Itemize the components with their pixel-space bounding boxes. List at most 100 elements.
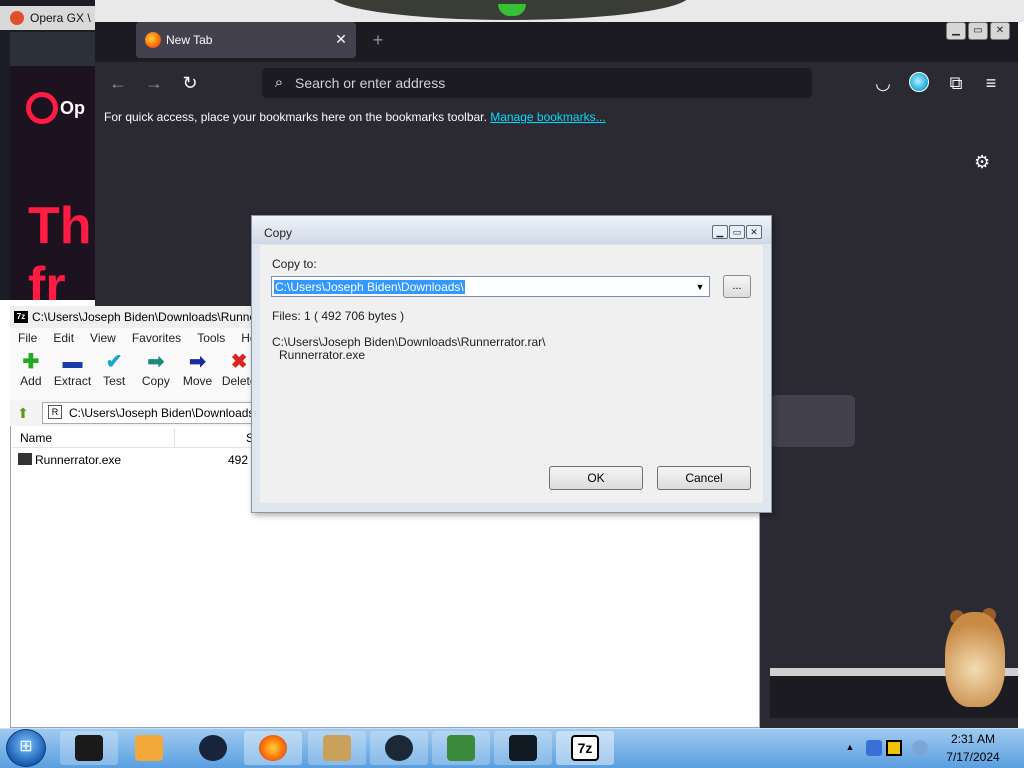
extract-icon: ▬ (62, 351, 83, 373)
add-button[interactable]: ✚ Add (10, 348, 52, 396)
column-header-name[interactable]: Name (20, 428, 52, 448)
extensions-icon[interactable]: ⧉ (945, 72, 967, 94)
delete-icon: ✖ (230, 351, 248, 373)
chevron-down-icon[interactable]: ▼ (694, 280, 706, 294)
clock-time[interactable]: 2:31 AM (937, 732, 1009, 746)
opera-page-content: Op Th fr (10, 66, 95, 300)
back-arrow-icon[interactable]: ← (107, 72, 129, 94)
add-label: Add (20, 374, 42, 388)
archive-icon: R (48, 405, 62, 419)
firefox-icon (259, 735, 287, 761)
cancel-button[interactable]: Cancel (657, 466, 751, 490)
console-icon (75, 735, 103, 761)
exe-file-icon (18, 453, 32, 465)
opera-logo-icon (26, 92, 58, 124)
dialog-close-button[interactable]: ✕ (746, 225, 762, 239)
tab-close-icon[interactable]: ✕ (333, 30, 349, 48)
close-button[interactable]: ✕ (990, 22, 1010, 40)
menu-tools[interactable]: Tools (189, 328, 233, 348)
opera-hero-text: Th fr (28, 197, 92, 300)
taskbar-7zip-button[interactable]: 7z (556, 731, 614, 765)
test-icon: ✔ (105, 351, 123, 373)
network-icon[interactable] (912, 740, 928, 756)
menu-edit[interactable]: Edit (45, 328, 82, 348)
copy-icon: ➡ (147, 351, 165, 373)
move-label: Move (182, 374, 213, 388)
forward-arrow-icon[interactable]: → (143, 72, 165, 94)
windows-logo-icon: ⊞ (19, 738, 33, 755)
shortcut-tile[interactable] (770, 395, 855, 447)
move-button[interactable]: ➡ Move (177, 348, 219, 396)
source-path-text: C:\Users\Joseph Biden\Downloads\Runnerra… (272, 335, 546, 349)
menu-favorites[interactable]: Favorites (124, 328, 189, 348)
reload-icon[interactable]: ↻ (179, 72, 201, 94)
firefox-icon (145, 32, 161, 48)
bookmarks-toolbar: For quick access, place your bookmarks h… (95, 104, 1018, 132)
taskbar-box-game-button[interactable] (308, 731, 366, 765)
menu-file[interactable]: File (10, 328, 45, 348)
tray-app-icon[interactable] (866, 740, 882, 756)
source-file-text: Runnerrator.exe (279, 348, 366, 362)
copy-button[interactable]: ➡ Copy (135, 348, 177, 396)
hamster-desktop-pet[interactable] (945, 612, 1005, 707)
extract-button[interactable]: ▬ Extract (52, 348, 94, 396)
test-label: Test (103, 374, 126, 388)
taskbar-cmd-button[interactable] (60, 731, 118, 765)
pocket-icon[interactable]: ◡ (872, 72, 894, 94)
taskbar-firefox-button[interactable] (244, 731, 302, 765)
firefox-window-controls: ▁ ▭ ✕ (946, 22, 1014, 42)
minimize-button[interactable]: ▁ (946, 22, 966, 40)
opera-url-bar[interactable] (10, 32, 95, 66)
7zip-app-icon: 7z (14, 311, 28, 323)
7zip-icon: 7z (571, 735, 599, 761)
opera-brand-text: Op (60, 98, 85, 118)
column-divider[interactable] (174, 428, 175, 448)
bookmarks-hint-text: For quick access, place your bookmarks h… (104, 110, 487, 124)
tray-flag-icon[interactable] (886, 740, 902, 756)
gear-icon[interactable]: ⚙ (974, 152, 990, 173)
taskbar-steam-button[interactable] (370, 731, 428, 765)
dialog-minimize-button[interactable]: ▁ (712, 225, 728, 239)
extract-label: Extract (53, 374, 92, 388)
maximize-button[interactable]: ▭ (968, 22, 988, 40)
menu-view[interactable]: View (82, 328, 124, 348)
taskbar-opera-gx-button[interactable] (184, 731, 242, 765)
tray-expand-icon[interactable]: ▲ (844, 740, 856, 754)
taskbar-media-button[interactable] (120, 731, 178, 765)
manage-bookmarks-link[interactable]: Manage bookmarks... (490, 110, 605, 124)
taskbar-installer-button[interactable] (432, 731, 490, 765)
address-input[interactable] (295, 68, 805, 98)
files-info-text: Files: 1 ( 492 706 bytes ) (272, 309, 405, 323)
copy-to-label: Copy to: (272, 257, 317, 271)
opera-gx-icon (199, 735, 227, 761)
game-box-icon (323, 735, 351, 761)
ok-button[interactable]: OK (549, 466, 643, 490)
dialog-title[interactable]: Copy (252, 216, 771, 244)
activity-monitor-icon (509, 735, 537, 761)
file-row-name[interactable]: Runnerrator.exe (35, 450, 121, 470)
copy-label: Copy (141, 374, 170, 388)
folder-up-icon[interactable]: ⬆ (14, 404, 32, 422)
test-button[interactable]: ✔ Test (93, 348, 135, 396)
copy-to-path-value[interactable]: C:\Users\Joseph Biden\Downloads\ (274, 280, 465, 294)
7zip-path-field[interactable]: C:\Users\Joseph Biden\Downloads\Runnerra… (42, 402, 254, 424)
clock-date[interactable]: 7/17/2024 (937, 750, 1009, 764)
dialog-maximize-button[interactable]: ▭ (729, 225, 745, 239)
media-player-icon (135, 735, 163, 761)
taskbar-monitor-button[interactable] (494, 731, 552, 765)
opera-tab-icon (10, 11, 24, 25)
browse-button[interactable]: ... (723, 275, 751, 298)
steam-icon (385, 735, 413, 761)
hamburger-menu-icon[interactable]: ≡ (980, 72, 1002, 94)
move-icon: ➡ (189, 351, 206, 373)
search-icon: ⌕ (274, 74, 284, 91)
dialog-window-controls: ▁ ▭ ✕ (712, 225, 764, 241)
7zip-toolbar: ✚ Add ▬ Extract ✔ Test ➡ Copy ➡ Move ✖ Delete (10, 348, 260, 400)
7zip-menu-bar: File Edit View Favorites Tools Help (10, 328, 266, 348)
new-tab-button[interactable]: + (368, 28, 388, 52)
add-icon: ✚ (22, 351, 40, 373)
installer-icon (447, 735, 475, 761)
tab-new-tab[interactable]: New Tab (136, 22, 356, 58)
7zip-window-title[interactable]: C:\Users\Joseph Biden\Downloads\Runnerra… (10, 306, 260, 328)
account-avatar-icon[interactable] (909, 72, 929, 92)
